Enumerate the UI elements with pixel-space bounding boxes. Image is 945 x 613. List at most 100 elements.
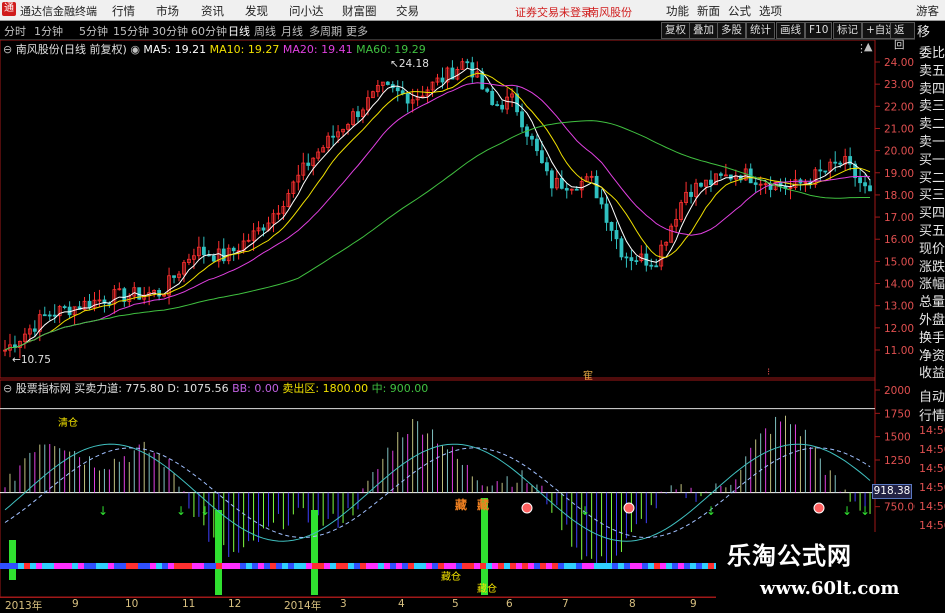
candle-body[interactable] (47, 314, 52, 317)
candle-body[interactable] (520, 111, 524, 128)
candle-body[interactable] (211, 255, 216, 262)
period-multi[interactable]: 多周期 (309, 23, 342, 39)
candle-body[interactable] (535, 138, 539, 152)
candle-body[interactable] (306, 162, 311, 166)
period-weekly[interactable]: 周线 (254, 23, 276, 39)
candle-body[interactable] (624, 256, 629, 259)
candle-body[interactable] (540, 150, 544, 164)
menu-options[interactable]: 选项 (759, 3, 782, 19)
f10-button[interactable]: F10 (805, 22, 833, 39)
candle-body[interactable] (530, 135, 534, 140)
menu-wealth-circle[interactable]: 财富圈 (342, 3, 377, 19)
candle-body[interactable] (261, 227, 266, 231)
candle-body[interactable] (122, 288, 127, 302)
period-1min[interactable]: 1分钟 (34, 23, 63, 39)
candle-body[interactable] (629, 257, 634, 262)
candle-body[interactable] (709, 179, 713, 186)
mark-button[interactable]: 标记 (833, 22, 862, 39)
candle-body[interactable] (544, 162, 549, 172)
indicator-name[interactable]: 股票指标网 (16, 382, 71, 395)
candle-body[interactable] (599, 197, 604, 205)
period-15min[interactable]: 15分钟 (113, 23, 149, 39)
candle-body[interactable] (549, 170, 554, 189)
candle-body[interactable] (574, 188, 579, 191)
candle-body[interactable] (395, 87, 400, 92)
adjust-button[interactable]: 复权 (661, 22, 690, 39)
candlesticks[interactable] (3, 56, 872, 359)
guest-label[interactable]: 游客 (916, 3, 939, 19)
candle-body[interactable] (823, 170, 828, 173)
candle-body[interactable] (833, 161, 838, 164)
event-mark-2[interactable]: ⁝ (767, 367, 770, 378)
menu-discover[interactable]: 发现 (245, 3, 268, 19)
login-notice[interactable]: 证券交易未登录 (515, 4, 592, 20)
candle-body[interactable] (863, 182, 867, 187)
multi-stock-button[interactable]: 多股 (717, 22, 746, 39)
menu-ask-xiaoda[interactable]: 问小达 (289, 3, 324, 19)
candle-body[interactable] (609, 222, 614, 231)
candle-body[interactable] (689, 191, 693, 197)
candle-body[interactable] (201, 246, 206, 256)
candle-body[interactable] (32, 328, 37, 332)
chart-menu-icon[interactable]: ⊖ (3, 43, 12, 56)
candle-body[interactable] (559, 177, 564, 189)
event-mark-1[interactable]: 寉 (583, 367, 593, 382)
candle-body[interactable] (614, 230, 619, 240)
chart-collapse-icon[interactable]: ▲ (864, 40, 872, 53)
candle-body[interactable] (52, 314, 57, 317)
candle-body[interactable] (604, 203, 609, 223)
candle-body[interactable] (718, 173, 723, 176)
candle-body[interactable] (405, 93, 410, 104)
menu-trade[interactable]: 交易 (396, 3, 419, 19)
period-monthly[interactable]: 月线 (281, 23, 303, 39)
candle-body[interactable] (858, 177, 862, 184)
overlay-button[interactable]: 叠加 (689, 22, 718, 39)
candle-body[interactable] (400, 90, 405, 94)
period-5min[interactable]: 5分钟 (79, 23, 108, 39)
candle-body[interactable] (485, 88, 490, 92)
menu-news[interactable]: 资讯 (201, 3, 224, 19)
candle-body[interactable] (385, 81, 390, 85)
candle-body[interactable] (564, 187, 569, 191)
statistics-button[interactable]: 统计 (746, 22, 775, 39)
period-60min[interactable]: 60分钟 (191, 23, 227, 39)
candle-body[interactable] (594, 175, 599, 199)
menu-formula[interactable]: 公式 (728, 3, 751, 19)
candle-body[interactable] (500, 104, 505, 110)
period-30min[interactable]: 30分钟 (152, 23, 188, 39)
period-more[interactable]: 更多 (346, 23, 368, 39)
candle-body[interactable] (490, 90, 495, 105)
candle-body[interactable] (356, 111, 360, 118)
candle-body[interactable] (619, 238, 624, 258)
back-button[interactable]: 返回 (890, 22, 915, 51)
menu-function[interactable]: 功能 (666, 3, 689, 19)
candle-body[interactable] (465, 61, 470, 64)
price-tick-label: 11.00 (884, 345, 914, 357)
menu-new-page[interactable]: 新面 (697, 3, 720, 19)
draw-line-button[interactable]: 画线 (776, 22, 805, 39)
candle-body[interactable] (42, 314, 47, 317)
candle-body[interactable] (838, 162, 843, 165)
candle-body[interactable] (868, 185, 872, 192)
candle-body[interactable] (67, 306, 72, 316)
candle-body[interactable] (231, 247, 236, 252)
candle-body[interactable] (221, 248, 226, 262)
period-daily[interactable]: 日线 (228, 23, 250, 39)
candle-body[interactable] (818, 169, 823, 172)
chart-canvas[interactable]: 24.00 23.00 22.00 21.00 20.00 19.00 18.00 17.00… (0, 40, 915, 597)
menu-market[interactable]: 市场 (156, 3, 179, 19)
candle-body[interactable] (495, 104, 500, 106)
candle-body[interactable] (62, 306, 67, 308)
legend-settings-icon[interactable]: ◉ (130, 43, 140, 56)
candle-body[interactable] (753, 182, 758, 185)
candle-body[interactable] (172, 275, 176, 278)
indicator-menu-icon[interactable]: ⊖ (3, 382, 12, 395)
candle-body[interactable] (440, 77, 445, 83)
period-intraday[interactable]: 分时 (4, 23, 26, 39)
candle-body[interactable] (331, 135, 336, 138)
menu-quotes[interactable]: 行情 (112, 3, 135, 19)
candle-body[interactable] (699, 182, 703, 187)
candle-body[interactable] (634, 260, 639, 263)
candle-body[interactable] (654, 265, 659, 268)
candle-body[interactable] (649, 264, 654, 267)
